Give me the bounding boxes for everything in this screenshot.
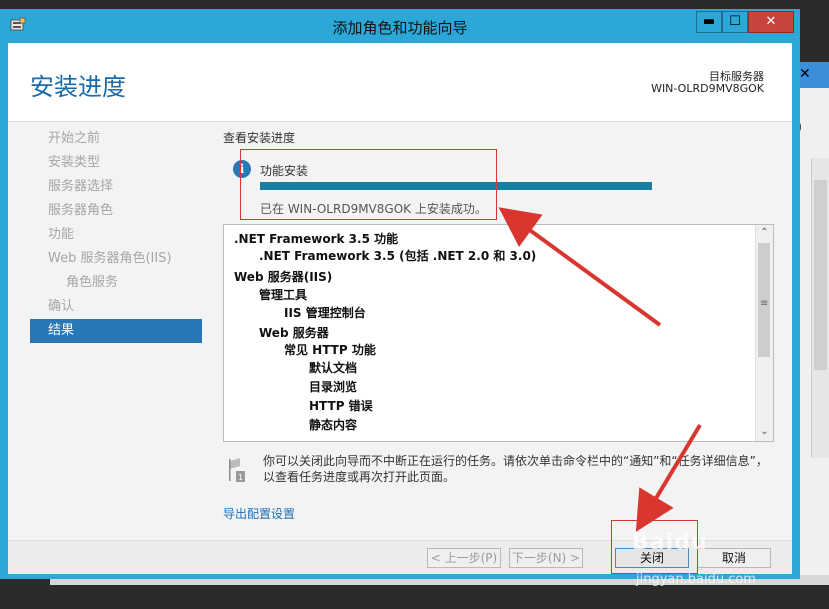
close-window-button[interactable]: ✕ bbox=[748, 11, 794, 33]
list-item: Web 服务器 bbox=[259, 326, 329, 340]
list-item: 目录浏览 bbox=[309, 380, 358, 394]
nav-item-installation-type: 安装类型 bbox=[48, 155, 101, 170]
annotation-box bbox=[240, 149, 497, 220]
results-scrollbar[interactable]: ⌃ ≡ ⌄ bbox=[755, 225, 773, 441]
export-settings-link[interactable]: 导出配置设置 bbox=[223, 505, 295, 522]
list-item: 静态内容 bbox=[309, 418, 358, 432]
wizard-header: 安装进度 目标服务器 WIN-OLRD9MV8GOK bbox=[8, 43, 792, 122]
results-list[interactable]: .NET Framework 3.5 功能 .NET Framework 3.5… bbox=[223, 224, 774, 442]
list-item: IIS 管理控制台 bbox=[284, 306, 366, 320]
nav-item-results[interactable]: 结果 bbox=[30, 319, 202, 343]
list-item: 管理工具 bbox=[259, 288, 308, 302]
destination-server-name: WIN-OLRD9MV8GOK bbox=[651, 82, 764, 95]
watermark-logo: Baidu bbox=[632, 530, 708, 555]
nav-item-server-roles: 服务器角色 bbox=[48, 203, 114, 218]
list-item: 常见 HTTP 功能 bbox=[284, 343, 376, 357]
flag-icon: 1 bbox=[229, 458, 245, 482]
section-heading: 查看安装进度 bbox=[223, 131, 296, 145]
list-item: Web 服务器(IIS) bbox=[234, 270, 333, 284]
wizard-note: 你可以关闭此向导而不中断正在运行的任务。请依次单击命令栏中的“通知”和“任务详细… bbox=[263, 454, 768, 484]
background-close-icon[interactable]: ✕ bbox=[799, 66, 811, 82]
scroll-down-icon[interactable]: ⌄ bbox=[757, 424, 772, 440]
nav-item-role-services: 角色服务 bbox=[66, 275, 119, 290]
window-title: 添加角色和功能向导 bbox=[332, 19, 468, 37]
maximize-button[interactable]: ☐ bbox=[722, 11, 748, 33]
watermark-url: jingyan.baidu.com bbox=[636, 572, 756, 587]
grip-icon: ≡ bbox=[760, 298, 769, 309]
svg-text:1: 1 bbox=[238, 473, 243, 482]
cancel-button[interactable]: 取消 bbox=[697, 548, 771, 568]
next-button[interactable]: 下一步(N) > bbox=[509, 548, 583, 568]
background-scrollbar[interactable] bbox=[811, 158, 829, 458]
minimize-button[interactable]: ▬ bbox=[696, 11, 722, 33]
nav-item-before-you-begin: 开始之前 bbox=[48, 131, 101, 146]
scroll-up-icon[interactable]: ⌃ bbox=[757, 225, 772, 241]
scroll-thumb[interactable]: ≡ bbox=[758, 243, 770, 357]
wizard-client-area: 安装进度 目标服务器 WIN-OLRD9MV8GOK 开始之前 安装类型 服务器… bbox=[8, 43, 792, 574]
list-item: 默认文档 bbox=[309, 361, 358, 375]
page-title: 安装进度 bbox=[30, 73, 126, 101]
list-item: .NET Framework 3.5 (包括 .NET 2.0 和 3.0) bbox=[259, 249, 537, 263]
nav-item-server-selection: 服务器选择 bbox=[48, 179, 114, 194]
wizard-nav: 开始之前 安装类型 服务器选择 服务器角色 功能 Web 服务器角色(IIS) … bbox=[30, 127, 202, 343]
list-item: .NET Framework 3.5 功能 bbox=[234, 232, 399, 246]
previous-button[interactable]: < 上一步(P) bbox=[427, 548, 501, 568]
nav-item-features: 功能 bbox=[48, 227, 75, 242]
wizard-window: 添加角色和功能向导 ▬ ☐ ✕ 安装进度 目标服务器 WIN-OLRD9MV8G… bbox=[0, 9, 800, 579]
title-bar[interactable]: 添加角色和功能向导 ▬ ☐ ✕ bbox=[0, 9, 800, 43]
nav-item-confirmation: 确认 bbox=[48, 299, 75, 314]
nav-item-web-server-role: Web 服务器角色(IIS) bbox=[48, 251, 172, 266]
list-item: HTTP 错误 bbox=[309, 399, 373, 413]
